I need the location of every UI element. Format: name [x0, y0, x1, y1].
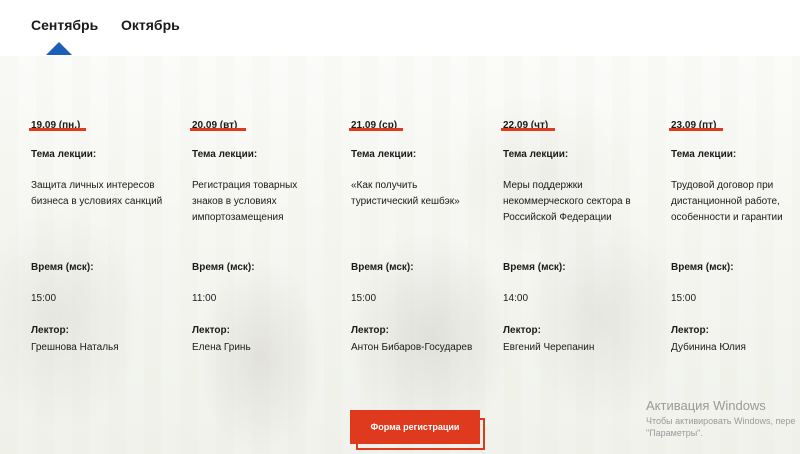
topic-label: Тема лекции: — [671, 149, 737, 160]
registration-form-button[interactable]: Форма регистрации — [350, 410, 480, 444]
date-underline — [349, 128, 403, 131]
lecturer-label: Лектор: — [351, 325, 389, 336]
date-underline — [669, 128, 723, 131]
lecturer-value: Грешнова Наталья — [31, 342, 119, 353]
lecture-card: 21.09 (ср) Тема лекции: «Как получить ту… — [351, 115, 491, 353]
watermark-subtitle: Чтобы активировать Windows, пере "Параме… — [646, 416, 796, 438]
windows-activation-watermark: Активация Windows Чтобы активировать Win… — [646, 398, 795, 439]
time-label: Время (мск): — [31, 262, 94, 273]
time-value: 15:00 — [31, 293, 57, 304]
date-underline — [190, 128, 246, 131]
topic-label: Тема лекции: — [503, 149, 569, 160]
date-underline — [501, 128, 555, 131]
month-tabs: Сентябрь Октябрь — [0, 0, 800, 56]
lecturer-value: Евгений Черепанин — [503, 342, 595, 353]
lecture-card: 22.09 (чт) Тема лекции: Меры поддержки н… — [503, 115, 643, 353]
topic-value: «Как получить туристический кешбэк» — [351, 180, 460, 207]
topic-label: Тема лекции: — [192, 149, 258, 160]
lecturer-label: Лектор: — [192, 325, 230, 336]
lecture-card: 19.09 (пн.) Тема лекции: Защита личных и… — [31, 115, 171, 353]
topic-value: Меры поддержки некоммерческого сектора в… — [503, 180, 631, 223]
topic-label: Тема лекции: — [31, 149, 97, 160]
topic-value: Регистрация товарных знаков в условиях и… — [192, 180, 298, 223]
time-value: 11:00 — [192, 293, 217, 304]
active-tab-pointer — [46, 42, 72, 55]
time-value: 15:00 — [671, 293, 697, 304]
topic-label: Тема лекции: — [351, 149, 417, 160]
lecturer-value: Антон Бибаров-Государев — [351, 342, 473, 353]
lecture-card: 20.09 (вт) Тема лекции: Регистрация това… — [192, 115, 332, 353]
tab-september[interactable]: Сентябрь — [31, 17, 98, 33]
time-value: 14:00 — [503, 293, 529, 304]
lecturer-label: Лектор: — [31, 325, 69, 336]
lecturer-value: Дубинина Юлия — [671, 342, 746, 353]
tab-october[interactable]: Октябрь — [121, 17, 180, 33]
topic-value: Защита личных интересов бизнеса в услови… — [31, 180, 163, 207]
date-underline — [29, 128, 86, 131]
time-label: Время (мск): — [192, 262, 255, 273]
watermark-title: Активация Windows — [646, 398, 766, 413]
time-label: Время (мск): — [351, 262, 414, 273]
time-value: 15:00 — [351, 293, 377, 304]
time-label: Время (мск): — [671, 262, 734, 273]
time-label: Время (мск): — [503, 262, 566, 273]
topic-value: Трудовой договор при дистанционной работ… — [671, 180, 783, 223]
lecturer-label: Лектор: — [503, 325, 541, 336]
lecture-card: 23.09 (пт) Тема лекции: Трудовой договор… — [671, 115, 800, 353]
lecturer-label: Лектор: — [671, 325, 709, 336]
lecturer-value: Елена Гринь — [192, 342, 251, 353]
